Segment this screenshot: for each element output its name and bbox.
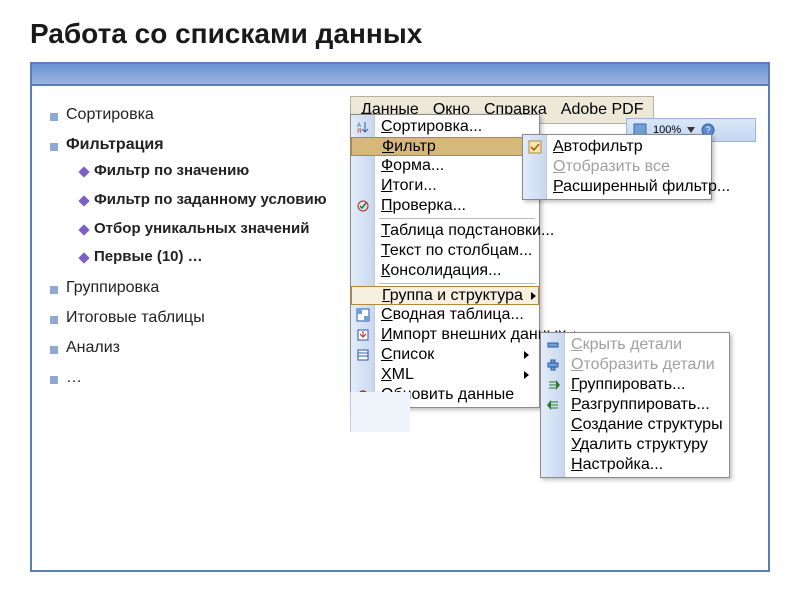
page-title: Работа со списками данных bbox=[30, 18, 770, 50]
group-menu-item: Отобразить детали bbox=[541, 355, 729, 375]
outline-item: Итоговые таблицы bbox=[50, 309, 328, 327]
data-menu-item[interactable]: Список bbox=[351, 345, 539, 365]
data-menu-item[interactable]: Группа и структура bbox=[351, 286, 539, 305]
data-menu-item[interactable]: Сводная таблица... bbox=[351, 305, 539, 325]
outline-item: Сортировка bbox=[50, 106, 328, 124]
data-menu-item[interactable]: AЯ Сортировка... bbox=[351, 117, 539, 137]
dropdown-group: Скрыть детали Отобразить детали Группирова… bbox=[540, 332, 730, 478]
menu-item-label: Консолидация... bbox=[381, 262, 529, 280]
checkmark-icon bbox=[527, 139, 543, 155]
submenu-arrow-icon bbox=[531, 292, 536, 300]
menu-item-label: Отобразить все bbox=[553, 158, 701, 176]
submenu-arrow-icon bbox=[524, 371, 529, 379]
data-menu-item[interactable]: Фильтр bbox=[351, 137, 539, 156]
data-menu-item[interactable]: Таблица подстановки... bbox=[351, 221, 539, 241]
filter-menu-item: Отобразить все bbox=[523, 157, 711, 177]
check-icon bbox=[355, 198, 371, 214]
menu-item-label: Группа и структура bbox=[382, 287, 523, 305]
group-menu-item[interactable]: Настройка... bbox=[541, 455, 729, 475]
data-menu-item[interactable]: Итоги... bbox=[351, 176, 539, 196]
separator bbox=[379, 218, 535, 219]
panel-fragment bbox=[350, 392, 410, 432]
menu-item-label: Импорт внешних данных bbox=[381, 326, 566, 344]
menu-item-label: Отобразить детали bbox=[571, 356, 715, 374]
group-menu-item[interactable]: Разгруппировать... bbox=[541, 395, 729, 415]
submenu-arrow-icon bbox=[524, 351, 529, 359]
outline: Сортировка Фильтрация Фильтр по значению… bbox=[32, 96, 332, 568]
data-menu-item[interactable]: Импорт внешних данных bbox=[351, 325, 539, 345]
hide-icon bbox=[545, 337, 561, 353]
list-icon bbox=[355, 347, 371, 363]
menu-item-label: Текст по столбцам... bbox=[381, 242, 532, 260]
sort-icon: AЯ bbox=[355, 119, 371, 135]
show-icon bbox=[545, 357, 561, 373]
menu-item-label: Итоги... bbox=[381, 177, 529, 195]
group-menu-item[interactable]: Создание структуры bbox=[541, 415, 729, 435]
import-icon bbox=[355, 327, 371, 343]
menu-item-label: Таблица подстановки... bbox=[381, 222, 554, 240]
group-menu-item[interactable]: Группировать... bbox=[541, 375, 729, 395]
menu-item-label: Скрыть детали bbox=[571, 336, 713, 354]
outline-subitem: Первые (10) … bbox=[66, 248, 328, 267]
menu-item-label: Фильтр bbox=[382, 138, 515, 156]
separator bbox=[379, 283, 535, 284]
svg-text:Я: Я bbox=[357, 129, 361, 134]
dropdown-arrow-icon[interactable] bbox=[687, 126, 695, 134]
data-menu-item[interactable]: Текст по столбцам... bbox=[351, 241, 539, 261]
menu-item-label: Разгруппировать... bbox=[571, 396, 713, 414]
menu-item-label: Сортировка... bbox=[381, 118, 529, 136]
dropdown-data: AЯ Сортировка... ФильтрФорма... Итоги... Про… bbox=[350, 114, 540, 408]
group-left-icon bbox=[545, 397, 561, 413]
data-menu-item[interactable]: Форма... bbox=[351, 156, 539, 176]
outline-subitem: Фильтр по значению bbox=[66, 162, 328, 181]
menu-item-label: Создание структуры bbox=[571, 416, 723, 434]
menu-item-label: Список bbox=[381, 346, 516, 364]
menu-item-label: Автофильтр bbox=[553, 138, 701, 156]
pivot-icon bbox=[355, 307, 371, 323]
menu-item-label: Группировать... bbox=[571, 376, 713, 394]
menu-item-label: Проверка... bbox=[381, 197, 529, 215]
outline-subitem: Отбор уникальных значений bbox=[66, 220, 328, 239]
slide-frame: Сортировка Фильтрация Фильтр по значению… bbox=[30, 62, 770, 572]
title-bar bbox=[32, 64, 768, 86]
menu-item-label: Настройка... bbox=[571, 456, 713, 474]
outline-item: Анализ bbox=[50, 339, 328, 357]
menu-item-label: Форма... bbox=[381, 157, 529, 175]
menu-item-label: Сводная таблица... bbox=[381, 306, 529, 324]
filter-menu-item[interactable]: Автофильтр bbox=[523, 137, 711, 157]
outline-item: Группировка bbox=[50, 279, 328, 297]
data-menu-item[interactable]: XML bbox=[351, 365, 539, 385]
group-menu-item: Скрыть детали bbox=[541, 335, 729, 355]
menu-item-label: XML bbox=[381, 366, 516, 384]
outline-item: … bbox=[50, 369, 328, 387]
group-menu-item[interactable]: Удалить структуру bbox=[541, 435, 729, 455]
outline-subitem: Фильтр по заданному условию bbox=[66, 191, 328, 210]
data-menu-item[interactable]: Проверка... bbox=[351, 196, 539, 216]
dropdown-filter: Автофильтр Отобразить всеРасширенный филь… bbox=[522, 134, 712, 200]
outline-item: Фильтрация Фильтр по значению Фильтр по … bbox=[50, 136, 328, 267]
menu-item-label: Удалить структуру bbox=[571, 436, 713, 454]
data-menu-item[interactable]: Консолидация... bbox=[351, 261, 539, 281]
menu-item-label: Расширенный фильтр... bbox=[553, 178, 730, 196]
group-right-icon bbox=[545, 377, 561, 393]
filter-menu-item[interactable]: Расширенный фильтр... bbox=[523, 177, 711, 197]
